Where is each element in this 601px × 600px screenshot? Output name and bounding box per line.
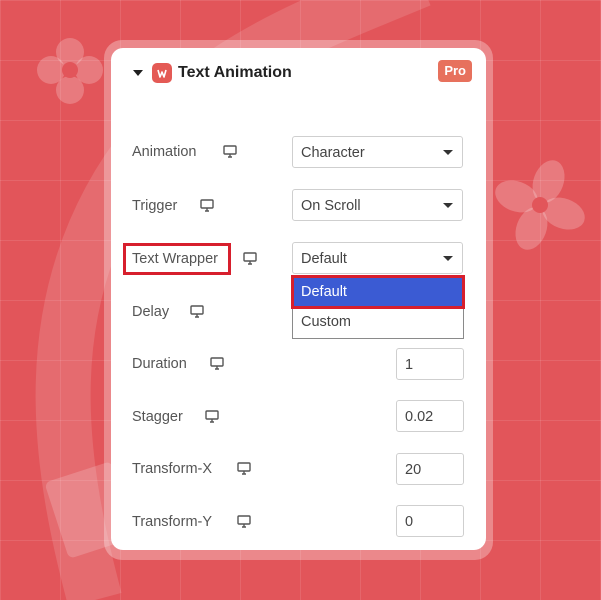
dropdown-option-custom[interactable]: Custom <box>293 307 463 337</box>
stagger-value: 0.02 <box>405 409 434 425</box>
animation-value: Character <box>301 145 365 161</box>
text-wrapper-dropdown: Default Custom <box>291 275 465 339</box>
desktop-monitor-icon[interactable] <box>223 145 237 158</box>
trigger-value: On Scroll <box>301 198 361 214</box>
stagger-input[interactable]: 0.02 <box>396 400 464 432</box>
desktop-monitor-icon[interactable] <box>237 515 251 528</box>
chevron-down-icon <box>443 203 453 208</box>
duration-value: 1 <box>405 357 414 373</box>
transform-x-value: 20 <box>405 462 422 478</box>
desktop-monitor-icon[interactable] <box>210 357 224 370</box>
duration-label: Duration <box>132 356 187 372</box>
duration-input[interactable]: 1 <box>396 348 464 380</box>
pro-badge: Pro <box>438 60 472 82</box>
delay-label: Delay <box>132 304 170 320</box>
desktop-monitor-icon[interactable] <box>190 305 204 318</box>
desktop-monitor-icon[interactable] <box>200 199 214 212</box>
transform-x-input[interactable]: 20 <box>396 453 464 485</box>
transform-y-value: 0 <box>405 514 414 530</box>
desktop-monitor-icon[interactable] <box>237 462 251 475</box>
text-wrapper-select[interactable]: Default <box>292 242 463 274</box>
stagger-label: Stagger <box>132 409 183 425</box>
section-title: Text Animation <box>178 64 292 81</box>
dropdown-option-default[interactable]: Default <box>291 275 465 309</box>
animation-label: Animation <box>132 144 197 160</box>
transform-y-input[interactable]: 0 <box>396 505 464 537</box>
chevron-down-icon <box>443 150 453 155</box>
transform-x-label: Transform-X <box>132 461 213 477</box>
trigger-label: Trigger <box>132 198 178 214</box>
text-wrapper-label: Text Wrapper <box>132 251 218 267</box>
text-animation-panel: Text Animation Pro Animation Character T… <box>111 48 486 550</box>
desktop-monitor-icon[interactable] <box>205 410 219 423</box>
plugin-logo-icon <box>152 63 172 83</box>
desktop-monitor-icon[interactable] <box>243 252 257 265</box>
chevron-down-icon <box>443 256 453 261</box>
text-wrapper-value: Default <box>301 251 347 267</box>
panel-header[interactable]: Text Animation Pro <box>111 48 486 98</box>
caret-down-icon[interactable] <box>133 70 143 76</box>
trigger-select[interactable]: On Scroll <box>292 189 463 221</box>
animation-select[interactable]: Character <box>292 136 463 168</box>
transform-y-label: Transform-Y <box>132 514 213 530</box>
